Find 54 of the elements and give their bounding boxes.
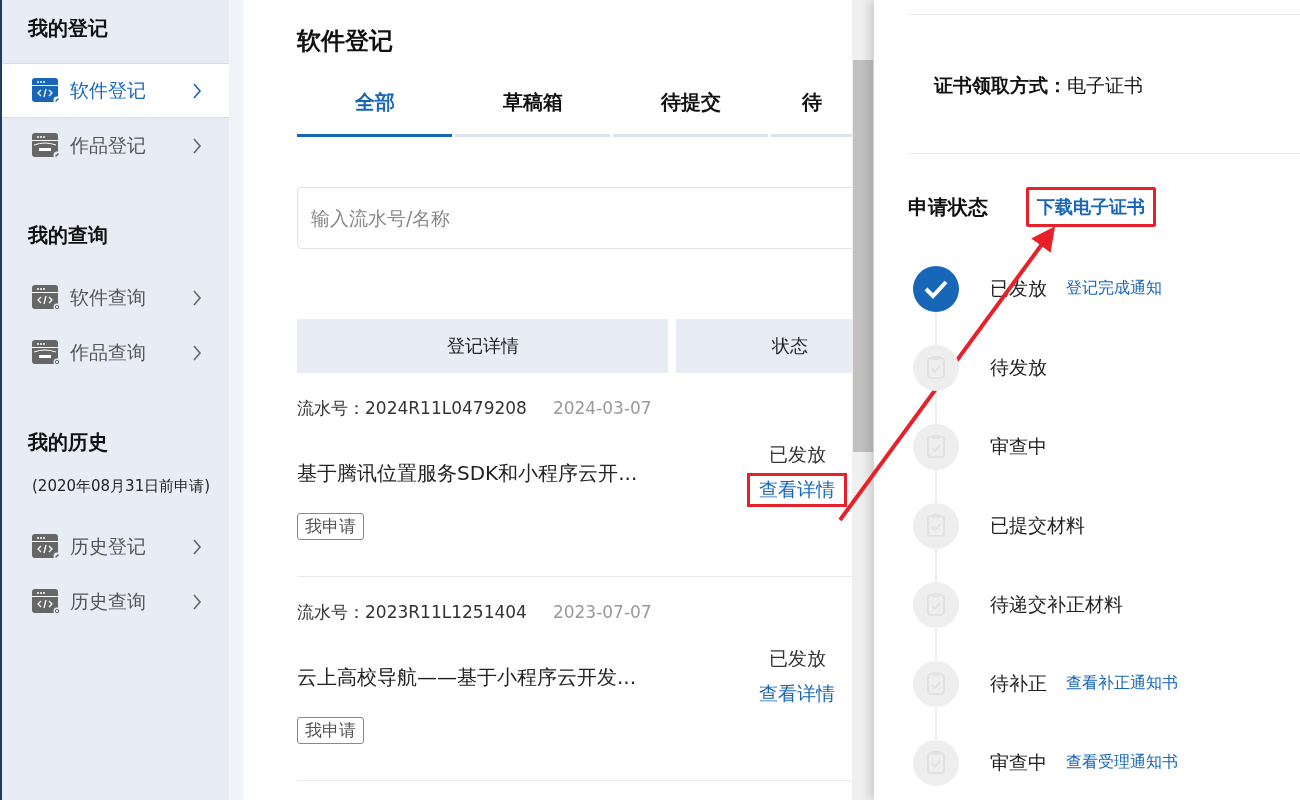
download-link[interactable]: 下载电子证书 xyxy=(1026,187,1156,227)
serial-number: 流水号：2024R11L0479208 xyxy=(297,398,527,418)
page-title: 软件登记 xyxy=(297,26,394,57)
sidebar-item[interactable]: 历史查询 xyxy=(2,574,229,629)
sidebar-item[interactable]: 作品查询 xyxy=(2,325,229,380)
applicant-tag: 我申请 xyxy=(297,513,364,540)
view-details-link[interactable]: 查看详情 xyxy=(747,473,847,507)
record-status: 已发放 xyxy=(768,442,826,467)
section-title: 我的历史 xyxy=(26,429,109,456)
step-label: 待发放 xyxy=(990,354,1047,380)
view-details-link[interactable]: 查看详情 xyxy=(747,677,847,711)
tab[interactable]: 草稿箱 xyxy=(455,83,610,137)
tab[interactable]: 待提交 xyxy=(613,83,768,137)
code-window-icon xyxy=(32,77,60,104)
record-date: 2024-03-07 xyxy=(552,398,652,418)
search-field[interactable]: 输入流水号/名称 xyxy=(297,187,852,249)
field-value: 电子证书 xyxy=(1067,74,1143,96)
chevron-right-icon xyxy=(192,593,202,610)
section-title: 我的查询 xyxy=(26,222,109,249)
notice-link[interactable]: 查看补正通知书 xyxy=(1066,673,1178,694)
step-label: 待补正 xyxy=(990,670,1047,696)
sidebar-item[interactable]: 作品登记 xyxy=(2,118,229,173)
record-status: 已发放 xyxy=(768,646,826,671)
column-header: 状态 xyxy=(676,319,852,373)
chevron-right-icon xyxy=(192,137,202,154)
notice-link[interactable]: 登记完成通知 xyxy=(1066,278,1162,299)
step-label: 待递交补正材料 xyxy=(990,591,1123,617)
sidebar-item[interactable]: 历史登记 xyxy=(2,519,229,574)
record-name: 基于腾讯位置服务SDK和小程序云开... xyxy=(297,460,639,487)
notice-link[interactable]: 查看受理通知书 xyxy=(1066,752,1178,773)
document-window-icon xyxy=(32,339,60,366)
serial-number: 流水号：2023R11L1251404 xyxy=(297,602,527,622)
step-label: 审查中 xyxy=(990,433,1047,459)
record-name: 云上高校导航——基于小程序云开发... xyxy=(297,664,638,691)
section-note: (2020年08月31日前申请) xyxy=(31,477,212,496)
code-window-icon xyxy=(32,284,60,311)
step-label: 已提交材料 xyxy=(990,512,1085,538)
code-window-icon xyxy=(32,588,60,615)
sidebar-item[interactable]: 软件登记 xyxy=(2,63,229,118)
section-title: 申请状态 xyxy=(908,193,988,221)
sidebar-item[interactable]: 软件查询 xyxy=(2,270,229,325)
chevron-right-icon xyxy=(192,538,202,555)
chevron-right-icon xyxy=(192,82,202,99)
document-window-icon xyxy=(32,132,60,159)
chevron-right-icon xyxy=(192,289,202,306)
code-window-icon xyxy=(32,533,60,560)
section-title: 我的登记 xyxy=(26,15,109,42)
tab[interactable]: 全部 xyxy=(297,83,452,137)
chevron-right-icon xyxy=(192,344,202,361)
record-date: 2023-07-07 xyxy=(552,602,652,622)
applicant-tag: 我申请 xyxy=(297,717,364,744)
step-label: 审查中 xyxy=(990,749,1047,775)
column-header: 登记详情 xyxy=(297,319,668,373)
field-label: 证书领取方式： xyxy=(934,74,1067,96)
